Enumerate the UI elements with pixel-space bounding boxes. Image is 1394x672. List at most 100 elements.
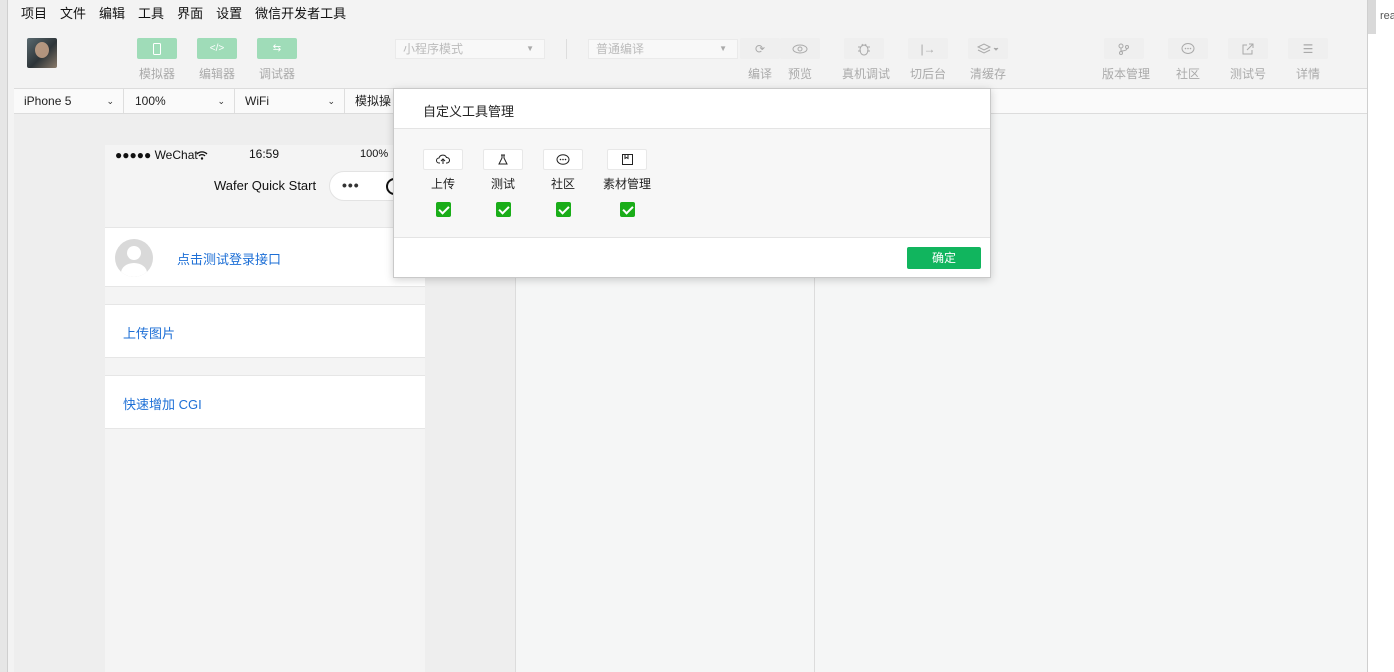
confirm-button[interactable]: 确定 [907,247,981,269]
simulator-label: 模拟器 [138,67,175,81]
tool-materials-label: 素材管理 [602,177,651,191]
compile-label: 编译 [747,67,772,81]
test-account-label: 测试号 [1229,67,1266,81]
device-select-value: iPhone 5 [24,94,72,108]
upload-image-link[interactable]: 上传图片 [123,323,175,342]
external-link-icon [1228,38,1268,59]
swap-icon: ⇆ [257,38,297,59]
tool-upload[interactable]: 上传 [423,149,463,217]
zoom-select[interactable]: 100% ⌄ [125,89,235,113]
adjacent-window-text: rea [1380,10,1394,22]
menu-edit[interactable]: 编辑 [99,3,125,22]
dialog-title: 自定义工具管理 [423,104,515,119]
tool-upload-label: 上传 [430,177,455,191]
dialog-header: 自定义工具管理 [394,89,990,129]
arrow-to-bar-icon: |→ [908,38,948,59]
login-test-link[interactable]: 点击测试登录接口 [177,249,281,268]
wifi-icon [196,151,208,160]
adjacent-window-strip: rea [1367,0,1394,672]
branch-icon [1104,38,1144,59]
layers-icon [968,38,1008,59]
page-title: Wafer Quick Start [214,178,317,193]
mode-select[interactable]: 小程序模式 ▼ [395,39,545,59]
menu-tools[interactable]: 工具 [138,3,164,22]
phone-simulator: ●●●●● WeChat 16:59 100% Wafer Quick Star… [105,145,425,672]
compile-mode-select[interactable]: 普通编译 ▼ [588,39,738,59]
tool-test-checkbox[interactable] [495,202,511,217]
tool-community-checkbox[interactable] [555,202,571,217]
menu-file[interactable]: 文件 [60,3,86,22]
debugger-label: 调试器 [258,67,295,81]
compile-button[interactable]: ⟳ 编译 [738,38,782,82]
operation-select-value: 模拟操 [355,94,392,108]
menu-project[interactable]: 项目 [21,3,47,22]
menu-interface[interactable]: 界面 [177,3,203,22]
compile-mode-value: 普通编译 [596,42,645,56]
community-button[interactable]: 社区 [1166,38,1210,82]
tool-upload-checkbox[interactable] [435,202,451,217]
tool-materials[interactable]: 素材管理 [601,149,653,217]
details-label: 详情 [1295,67,1320,81]
mode-select-value: 小程序模式 [403,42,464,56]
chat-bubble-icon [543,149,583,170]
clear-cache-label: 清缓存 [969,67,1006,81]
remote-debug-button[interactable]: 真机调试 [842,38,891,82]
background-label: 切后台 [909,67,946,81]
status-time: 16:59 [249,147,280,161]
signal-carrier: ●●●●● WeChat [115,148,198,162]
remote-debug-label: 真机调试 [842,67,891,81]
cloud-upload-icon [423,149,463,170]
toolbar-divider [566,39,567,59]
version-button[interactable]: 版本管理 [1102,38,1151,82]
cgi-cell[interactable]: 快速增加 CGI [105,375,425,429]
simulator-button[interactable]: 模拟器 [135,38,179,82]
tool-list: 上传 测试 社区 素材管理 [394,129,990,238]
status-bar: ●●●●● WeChat 16:59 100% [105,145,425,165]
network-select[interactable]: WiFi ⌄ [235,89,345,113]
version-label: 版本管理 [1102,67,1151,81]
editor-label: 编辑器 [198,67,235,81]
preview-label: 预览 [787,67,812,81]
details-button[interactable]: ☰ 详情 [1286,38,1330,82]
caret-down-icon: ▼ [526,44,534,53]
zoom-select-value: 100% [135,94,166,108]
tool-community[interactable]: 社区 [543,149,583,217]
upload-cell[interactable]: 上传图片 [105,304,425,358]
menu-settings[interactable]: 设置 [216,3,242,22]
community-label: 社区 [1175,67,1200,81]
debugger-button[interactable]: ⇆ 调试器 [255,38,299,82]
preview-button[interactable]: 预览 [778,38,822,82]
eye-icon [780,38,820,59]
chevron-down-icon: ⌄ [327,96,335,106]
device-select[interactable]: iPhone 5 ⌄ [14,89,124,113]
bookmark-icon [607,149,647,170]
user-avatar[interactable] [27,38,57,68]
adjacent-window-bar [1368,0,1376,34]
default-avatar-icon [115,239,153,277]
toolbar: 模拟器 </> 编辑器 ⇆ 调试器 小程序模式 ▼ 普通编译 ▼ ⟳ 编译 预览 [8,28,1367,86]
menu-lines-icon: ☰ [1288,38,1328,59]
bug-icon [844,38,884,59]
background-button[interactable]: |→ 切后台 [906,38,950,82]
tool-community-label: 社区 [550,177,575,191]
clear-cache-button[interactable]: 清缓存 [966,38,1010,82]
tool-test[interactable]: 测试 [483,149,523,217]
more-dots-icon[interactable]: ••• [342,177,360,193]
quick-add-cgi-link[interactable]: 快速增加 CGI [123,394,202,413]
network-select-value: WiFi [245,94,269,108]
code-icon: </> [197,38,237,59]
chat-bubble-icon [1168,38,1208,59]
phone-icon [137,38,177,59]
caret-down-icon: ▼ [719,44,727,53]
menu-wechat-devtools[interactable]: 微信开发者工具 [255,3,346,22]
refresh-icon: ⟳ [740,38,780,59]
flask-icon [483,149,523,170]
window-left-edge [0,0,8,672]
tool-test-label: 测试 [490,177,515,191]
custom-tools-dialog: 自定义工具管理 上传 测试 社区 素材管理 确定 [393,88,991,278]
tool-materials-checkbox[interactable] [619,202,635,217]
chevron-down-icon: ⌄ [106,96,114,106]
editor-button[interactable]: </> 编辑器 [195,38,239,82]
test-account-button[interactable]: 测试号 [1226,38,1270,82]
login-cell[interactable]: 点击测试登录接口 [105,227,425,287]
